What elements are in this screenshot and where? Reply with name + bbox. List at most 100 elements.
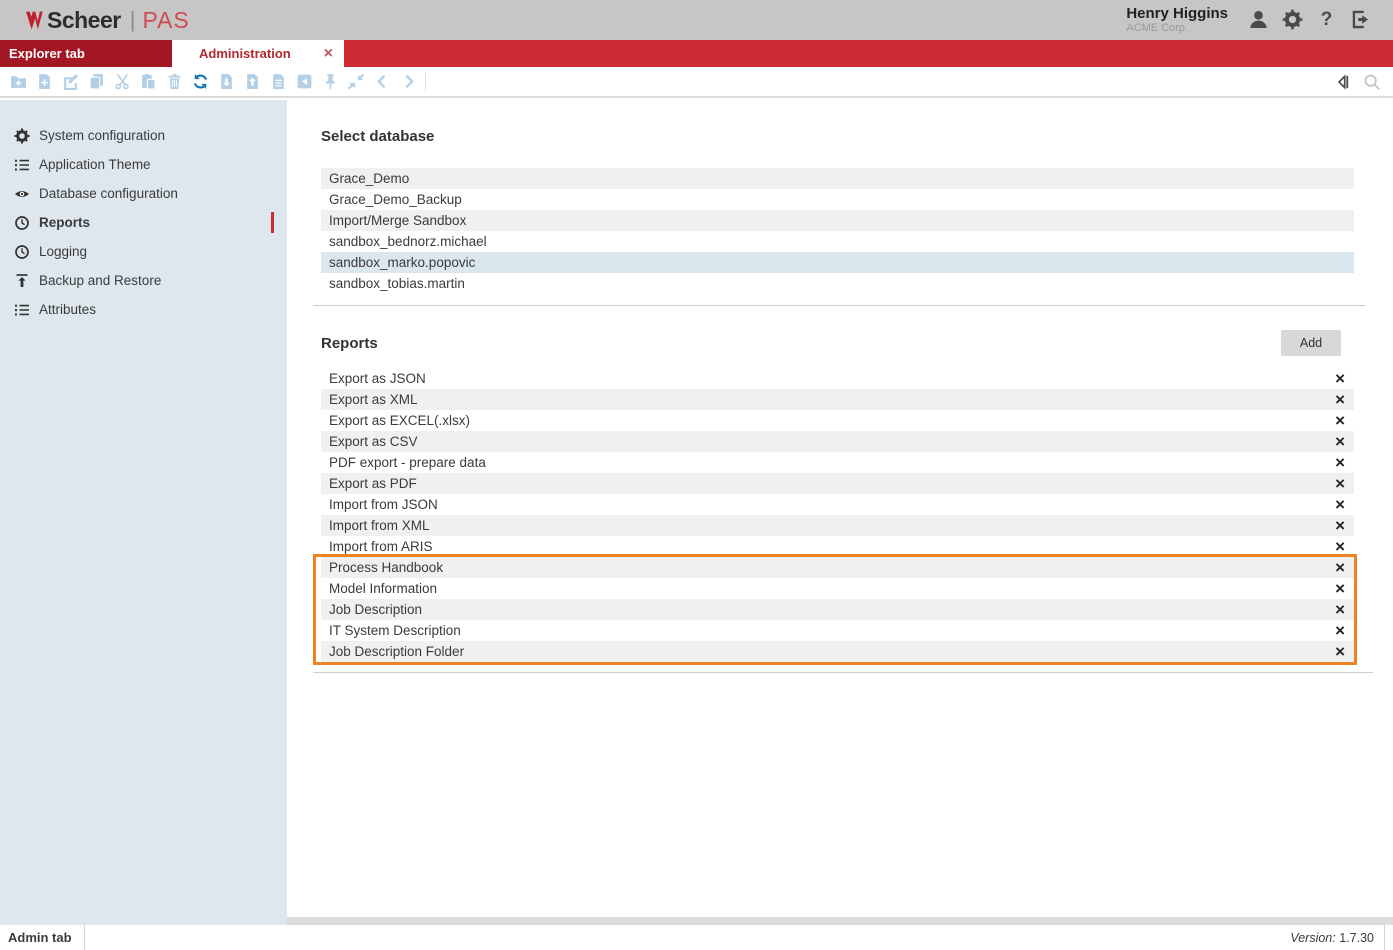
remove-report-icon[interactable]: × bbox=[1335, 515, 1345, 536]
toolbar-icon-group bbox=[10, 73, 417, 90]
Model Information[interactable]: Model Information × bbox=[321, 578, 1354, 599]
remove-report-icon[interactable]: × bbox=[1335, 641, 1345, 662]
remove-report-icon[interactable]: × bbox=[1335, 431, 1345, 452]
clock-icon bbox=[14, 215, 30, 231]
Job Description[interactable]: Job Description × bbox=[321, 599, 1354, 620]
Export as PDF[interactable]: Export as PDF × bbox=[321, 473, 1354, 494]
add-report-button[interactable]: Add bbox=[1281, 330, 1341, 356]
Grace_Demo_Backup[interactable]: Grace_Demo_Backup bbox=[321, 189, 1354, 210]
upload-button[interactable] bbox=[244, 73, 261, 90]
tab-administration[interactable]: Administration × bbox=[172, 40, 344, 67]
report-name: IT System Description bbox=[329, 620, 1335, 641]
Export as CSV[interactable]: Export as CSV × bbox=[321, 431, 1354, 452]
sandbox_bednorz.michael[interactable]: sandbox_bednorz.michael bbox=[321, 231, 1354, 252]
user-button[interactable] bbox=[1248, 9, 1269, 30]
backup-icon bbox=[14, 273, 30, 289]
Import/Merge Sandbox[interactable]: Import/Merge Sandbox bbox=[321, 210, 1354, 231]
delete-button[interactable] bbox=[166, 73, 183, 90]
help-icon: ? bbox=[1316, 9, 1337, 30]
clock-icon bbox=[14, 244, 30, 260]
sidebar-item-backup-and-restore[interactable]: Backup and Restore bbox=[0, 266, 287, 295]
sidebar-item-attributes[interactable]: Attributes bbox=[0, 295, 287, 324]
Export as JSON[interactable]: Export as JSON × bbox=[321, 368, 1354, 389]
remove-report-icon[interactable]: × bbox=[1335, 557, 1345, 578]
PDF export - prepare data[interactable]: PDF export - prepare data × bbox=[321, 452, 1354, 473]
report-name: Job Description Folder bbox=[329, 641, 1335, 662]
report-name: Import from JSON bbox=[329, 494, 1335, 515]
previous-button[interactable] bbox=[374, 73, 391, 90]
remove-report-icon[interactable]: × bbox=[1335, 599, 1345, 620]
download-button[interactable] bbox=[218, 73, 235, 90]
tab-label: Explorer tab bbox=[9, 46, 85, 61]
close-tab-icon[interactable]: × bbox=[324, 46, 333, 62]
sandbox_tobias.martin[interactable]: sandbox_tobias.martin bbox=[321, 273, 1354, 294]
remove-report-icon[interactable]: × bbox=[1335, 452, 1345, 473]
remove-report-icon[interactable]: × bbox=[1335, 410, 1345, 431]
reports-section: Reports Add Export as JSON × Export as X… bbox=[287, 306, 1393, 673]
remove-report-icon[interactable]: × bbox=[1335, 620, 1345, 641]
help-button[interactable]: ? bbox=[1316, 9, 1337, 30]
database-name: sandbox_tobias.martin bbox=[329, 273, 1346, 294]
sidebar-item-reports[interactable]: Reports bbox=[0, 208, 287, 237]
Import from XML[interactable]: Import from XML × bbox=[321, 515, 1354, 536]
remove-report-icon[interactable]: × bbox=[1335, 494, 1345, 515]
version-text: Version: 1.7.30 bbox=[1280, 931, 1384, 945]
upload-icon bbox=[244, 73, 261, 90]
prev-icon bbox=[374, 73, 391, 90]
sidebar-item-system-configuration[interactable]: System configuration bbox=[0, 121, 287, 150]
report-name: Process Handbook bbox=[329, 557, 1335, 578]
Import from JSON[interactable]: Import from JSON × bbox=[321, 494, 1354, 515]
Export as EXCEL(.xlsx)[interactable]: Export as EXCEL(.xlsx) × bbox=[321, 410, 1354, 431]
share-icon bbox=[296, 73, 313, 90]
edit-button[interactable] bbox=[62, 73, 79, 90]
select-database-title: Select database bbox=[321, 128, 1354, 145]
database-name: sandbox_marko.popovic bbox=[329, 252, 1346, 273]
collapse-button[interactable] bbox=[348, 73, 365, 90]
report-list: Export as JSON × Export as XML × Export … bbox=[321, 368, 1354, 662]
scheer-pas-logo: Scheer | PAS bbox=[25, 7, 190, 34]
database-name: Import/Merge Sandbox bbox=[329, 210, 1346, 231]
Grace_Demo[interactable]: Grace_Demo bbox=[321, 168, 1354, 189]
new-file-button[interactable] bbox=[36, 73, 53, 90]
copy-button[interactable] bbox=[88, 73, 105, 90]
report-name: Export as CSV bbox=[329, 431, 1335, 452]
settings-button[interactable] bbox=[1282, 9, 1303, 30]
Process Handbook[interactable]: Process Handbook × bbox=[321, 557, 1354, 578]
remove-report-icon[interactable]: × bbox=[1335, 578, 1345, 599]
sidebar-item-application-theme[interactable]: Application Theme bbox=[0, 150, 287, 179]
collapse-panel-button[interactable] bbox=[1334, 73, 1352, 91]
search-button[interactable] bbox=[1363, 73, 1381, 91]
cut-button[interactable] bbox=[114, 73, 131, 90]
product-text: PAS bbox=[142, 7, 189, 34]
share-button[interactable] bbox=[296, 73, 313, 90]
new-folder-button[interactable] bbox=[10, 73, 27, 90]
sidebar-item-database-configuration[interactable]: Database configuration bbox=[0, 179, 287, 208]
sidebar-item-logging[interactable]: Logging bbox=[0, 237, 287, 266]
Export as XML[interactable]: Export as XML × bbox=[321, 389, 1354, 410]
eye-icon bbox=[14, 186, 30, 202]
reports-title: Reports bbox=[321, 335, 378, 352]
toolbar-right-group bbox=[1334, 73, 1381, 91]
refresh-button[interactable] bbox=[192, 73, 209, 90]
sidebar-item-label: Logging bbox=[39, 244, 87, 259]
Job Description Folder[interactable]: Job Description Folder × bbox=[321, 641, 1354, 662]
sandbox_marko.popovic[interactable]: sandbox_marko.popovic bbox=[321, 252, 1354, 273]
status-bar: Admin tab Version: 1.7.30 bbox=[0, 925, 1393, 950]
app-window: Scheer | PAS Henry Higgins ACME Corp. ? … bbox=[0, 0, 1393, 950]
tab-explorer-tab[interactable]: Explorer tab bbox=[0, 40, 172, 67]
document-button[interactable] bbox=[270, 73, 287, 90]
remove-report-icon[interactable]: × bbox=[1335, 473, 1345, 494]
pin-button[interactable] bbox=[322, 73, 339, 90]
toolbar bbox=[0, 67, 1393, 98]
remove-report-icon[interactable]: × bbox=[1335, 389, 1345, 410]
logout-button[interactable] bbox=[1350, 9, 1371, 30]
next-button[interactable] bbox=[400, 73, 417, 90]
IT System Description[interactable]: IT System Description × bbox=[321, 620, 1354, 641]
delete-icon bbox=[166, 73, 183, 90]
paste-button[interactable] bbox=[140, 73, 157, 90]
remove-report-icon[interactable]: × bbox=[1335, 536, 1345, 557]
Import from ARIS[interactable]: Import from ARIS × bbox=[321, 536, 1354, 557]
gear-icon bbox=[1282, 9, 1303, 30]
remove-report-icon[interactable]: × bbox=[1335, 368, 1345, 389]
header-icon-group: ? bbox=[1248, 9, 1371, 30]
